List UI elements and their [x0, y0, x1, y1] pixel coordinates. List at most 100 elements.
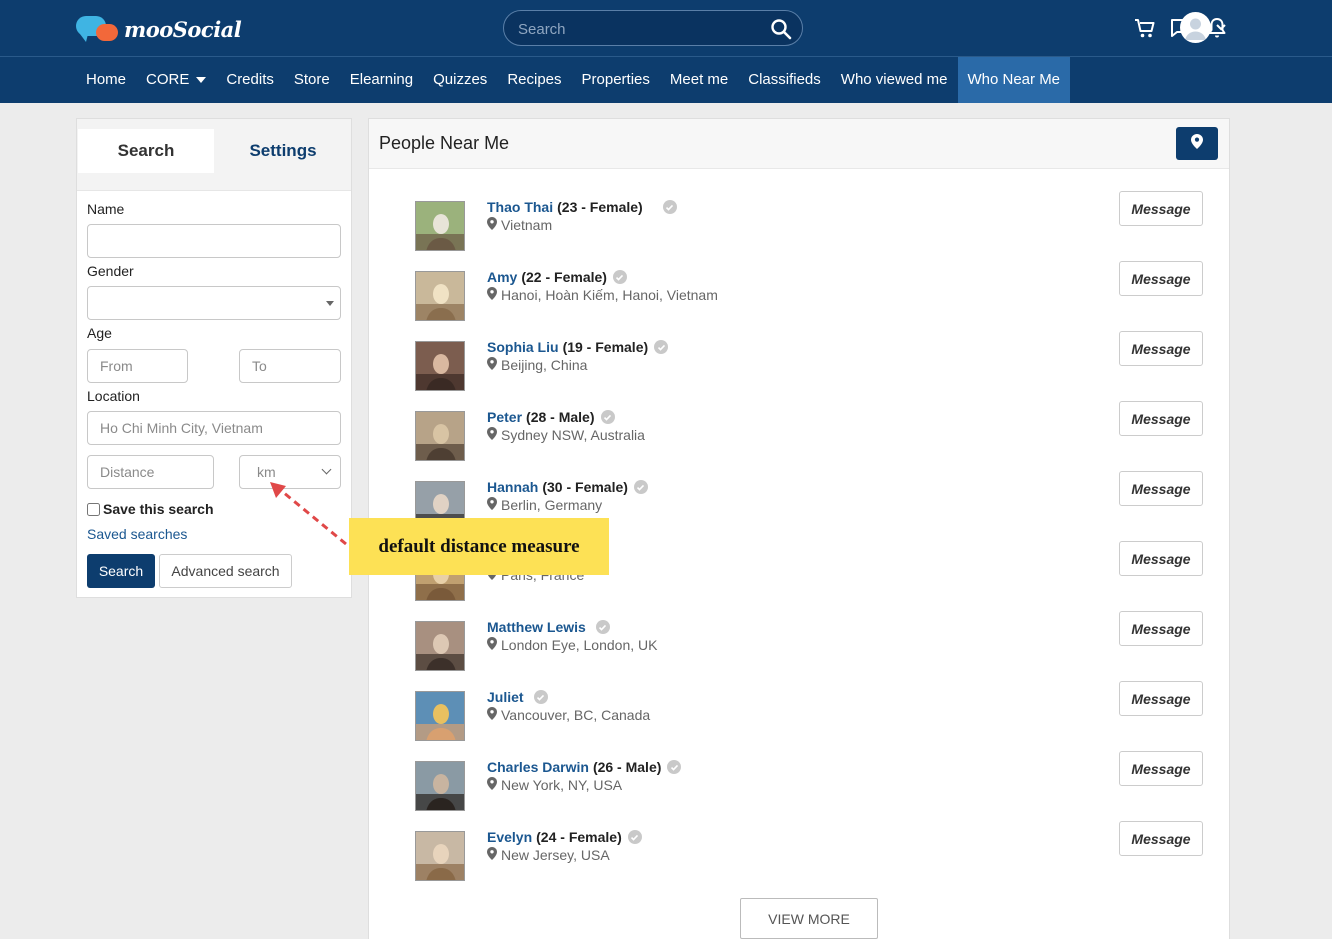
person-name-link[interactable]: Charles Darwin [487, 759, 589, 775]
list-item: Matthew Lewis London Eye, London, UK Messa… [415, 611, 1203, 681]
saved-searches-link[interactable]: Saved searches [87, 526, 187, 542]
person-location: Sydney NSW, Australia [487, 427, 645, 443]
cart-icon[interactable] [1134, 16, 1156, 40]
person-age-gender: (23 - Female) [557, 199, 643, 215]
verified-icon [627, 830, 642, 844]
message-button[interactable]: Message [1119, 681, 1203, 716]
age-label: Age [87, 325, 112, 341]
save-search-option: Save this search [87, 501, 214, 517]
nav-item-10[interactable]: Who viewed me [831, 57, 958, 103]
avatar[interactable] [415, 831, 465, 881]
avatar[interactable] [415, 621, 465, 671]
nav-item-4[interactable]: Elearning [340, 57, 423, 103]
user-menu[interactable] [1180, 12, 1227, 43]
nav-item-label: Store [293, 71, 330, 88]
person-name-link[interactable]: Hannah [487, 479, 538, 495]
person-location: Hanoi, Hoàn Kiếm, Hanoi, Vietnam [487, 287, 718, 303]
nav-item-label: Who Near Me [967, 71, 1061, 88]
person-location-text: Vietnam [501, 217, 553, 233]
person-info: Sophia Liu (19 - Female) [487, 339, 669, 355]
search-icon[interactable] [770, 18, 792, 45]
nav-item-8[interactable]: Meet me [660, 57, 738, 103]
person-name-link[interactable]: Peter [487, 409, 522, 425]
save-search-checkbox[interactable] [87, 502, 100, 516]
verified-icon [600, 410, 615, 424]
nav-item-2[interactable]: Credits [216, 57, 284, 103]
message-button[interactable]: Message [1119, 611, 1203, 646]
person-info: Amy (22 - Female) [487, 269, 627, 285]
person-info: Evelyn (24 - Female) [487, 829, 642, 845]
message-button[interactable]: Message [1119, 191, 1203, 226]
avatar[interactable] [415, 341, 465, 391]
person-name-link[interactable]: Juliet [487, 689, 524, 705]
tab-search[interactable]: Search [78, 129, 214, 173]
nav-item-7[interactable]: Properties [572, 57, 660, 103]
gender-select[interactable] [87, 286, 341, 320]
message-button[interactable]: Message [1119, 751, 1203, 786]
person-location: Vancouver, BC, Canada [487, 707, 650, 723]
person-location: Berlin, Germany [487, 497, 602, 513]
tab-settings[interactable]: Settings [215, 129, 351, 173]
site-logo[interactable]: mooSocial [76, 14, 242, 44]
nav-item-11[interactable]: Who Near Me [957, 57, 1071, 103]
top-header: mooSocial [0, 0, 1332, 56]
map-pin-icon [487, 707, 497, 723]
nav-item-9[interactable]: Classifieds [738, 57, 831, 103]
avatar[interactable] [415, 271, 465, 321]
person-name-link[interactable]: Evelyn [487, 829, 532, 845]
view-more-button[interactable]: VIEW MORE [740, 898, 878, 939]
person-info: Matthew Lewis [487, 619, 610, 635]
location-input[interactable] [87, 411, 341, 445]
person-location-text: New Jersey, USA [501, 847, 610, 863]
list-item: Charles Darwin (26 - Male) New York, NY, U… [415, 751, 1203, 821]
age-to-input[interactable] [239, 349, 341, 383]
person-name-link[interactable]: Amy [487, 269, 517, 285]
location-button[interactable] [1176, 127, 1218, 160]
list-item: Peter (28 - Male) Sydney NSW, Australia Mes… [415, 401, 1203, 471]
panel-header: People Near Me [369, 119, 1229, 169]
person-location-text: Vancouver, BC, Canada [501, 707, 651, 723]
list-item: Amy (22 - Female) Hanoi, Hoàn Kiếm, Hanoi,… [415, 261, 1203, 331]
distance-input[interactable] [87, 455, 214, 489]
nav-item-5[interactable]: Quizzes [423, 57, 497, 103]
avatar[interactable] [415, 411, 465, 461]
advanced-search-button[interactable]: Advanced search [159, 554, 292, 588]
avatar [1180, 12, 1211, 43]
verified-icon [595, 620, 610, 634]
person-location: Beijing, China [487, 357, 587, 373]
avatar[interactable] [415, 761, 465, 811]
verified-icon [667, 760, 682, 774]
age-from-input[interactable] [87, 349, 188, 383]
map-pin-icon [487, 287, 497, 303]
annotation-arrow [270, 482, 347, 546]
nav-item-0[interactable]: Home [76, 57, 136, 103]
verified-icon [612, 270, 627, 284]
nav-item-3[interactable]: Store [284, 57, 340, 103]
person-age-gender: (22 - Female) [521, 269, 607, 285]
nav-item-label: Meet me [669, 71, 729, 88]
message-button[interactable]: Message [1119, 331, 1203, 366]
avatar[interactable] [415, 201, 465, 251]
message-button[interactable]: Message [1119, 401, 1203, 436]
message-button[interactable]: Message [1119, 821, 1203, 856]
person-name-link[interactable]: Thao Thai [487, 199, 553, 215]
nav-item-6[interactable]: Recipes [497, 57, 571, 103]
person-info: Peter (28 - Male) [487, 409, 615, 425]
person-info: Thao Thai (23 - Female) [487, 199, 677, 215]
avatar[interactable] [415, 691, 465, 741]
nav-item-label: Who viewed me [840, 71, 948, 88]
nav-item-label: CORE [146, 71, 190, 88]
message-button[interactable]: Message [1119, 471, 1203, 506]
nav-item-label: Elearning [349, 71, 414, 88]
map-pin-icon [487, 497, 497, 513]
person-name-link[interactable]: Matthew Lewis [487, 619, 586, 635]
list-item: Thao Thai (23 - Female) Vietnam Message [415, 191, 1203, 261]
person-location: London Eye, London, UK [487, 637, 657, 653]
message-button[interactable]: Message [1119, 261, 1203, 296]
message-button[interactable]: Message [1119, 541, 1203, 576]
name-input[interactable] [87, 224, 341, 258]
search-button[interactable]: Search [87, 554, 155, 588]
person-name-link[interactable]: Sophia Liu [487, 339, 559, 355]
global-search-input[interactable] [518, 18, 758, 40]
nav-item-1[interactable]: CORE [136, 57, 216, 103]
